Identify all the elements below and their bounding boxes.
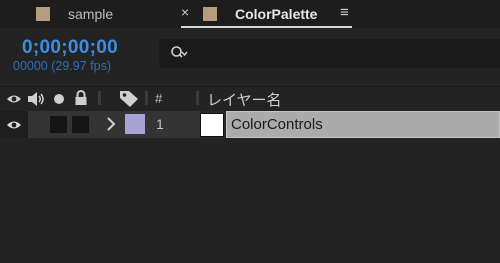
- current-time-display[interactable]: 0;00;00;00: [22, 37, 118, 59]
- eye-icon[interactable]: [6, 119, 22, 131]
- layer-name-cell[interactable]: ColorControls: [226, 111, 500, 138]
- audio-icon[interactable]: [27, 91, 45, 107]
- composition-swatch-icon: [203, 7, 217, 21]
- layer-label-color[interactable]: [125, 114, 145, 134]
- tab-label: ColorPalette: [235, 6, 318, 22]
- solo-toggle[interactable]: [50, 116, 67, 133]
- close-tab-icon[interactable]: ×: [181, 4, 189, 20]
- column-separator: [145, 91, 148, 105]
- tab-sample[interactable]: sample: [36, 0, 113, 28]
- layer-number-header[interactable]: #: [155, 91, 162, 106]
- layer-name-header[interactable]: レイヤー名: [207, 89, 282, 110]
- column-separator: [98, 91, 101, 105]
- solo-icon[interactable]: [53, 93, 65, 105]
- expand-chevron-icon[interactable]: [106, 116, 116, 132]
- search-icon[interactable]: [170, 44, 188, 62]
- label-tag-icon[interactable]: [119, 90, 139, 108]
- video-visibility-icon[interactable]: [6, 93, 22, 105]
- composition-swatch-icon: [36, 7, 50, 21]
- lock-toggle[interactable]: [72, 116, 89, 133]
- layer-column-header: # レイヤー名: [0, 87, 500, 111]
- search-input[interactable]: [159, 39, 500, 68]
- layer-row[interactable]: 1 ColorControls: [0, 111, 500, 138]
- layer-name[interactable]: ColorControls: [231, 116, 323, 133]
- panel-menu-icon[interactable]: ≡: [340, 4, 349, 21]
- tab-label: sample: [68, 6, 114, 22]
- timeline-header: 0;00;00;00 00000 (29.97 fps): [0, 28, 500, 86]
- frame-count-display: 00000 (29.97 fps): [13, 59, 111, 73]
- tab-bar: sample × ColorPalette ≡: [0, 0, 500, 28]
- column-separator: [196, 91, 199, 105]
- layer-number: 1: [156, 116, 164, 132]
- lock-icon[interactable]: [74, 90, 88, 106]
- layer-visibility-cell[interactable]: [0, 111, 28, 138]
- layer-thumbnail: [200, 113, 224, 137]
- tab-colorpalette[interactable]: ColorPalette: [203, 0, 317, 28]
